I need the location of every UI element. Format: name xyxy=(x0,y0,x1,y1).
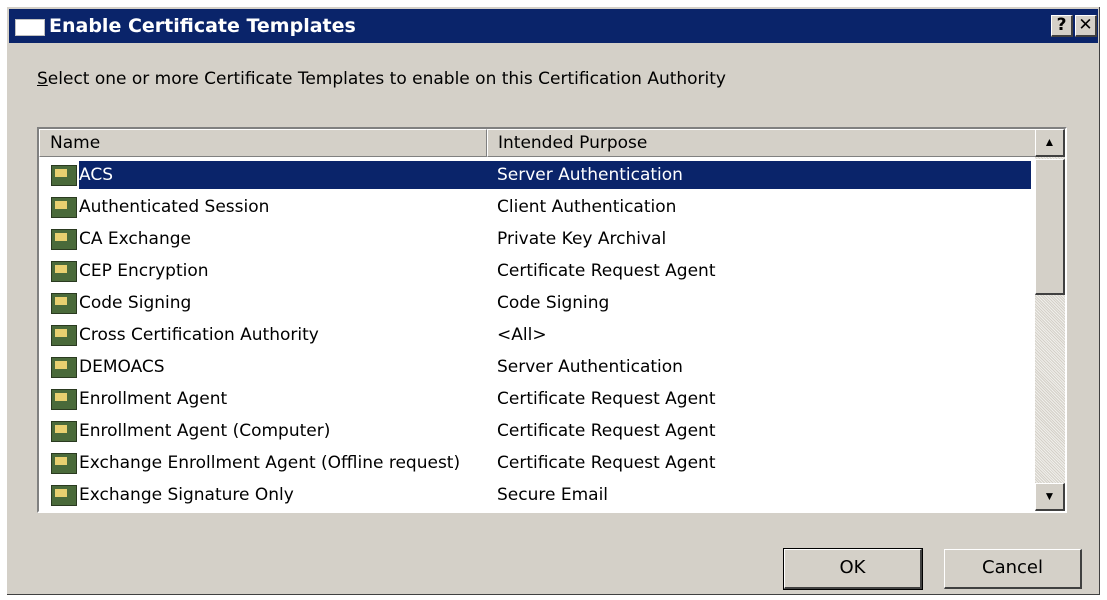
intended-purpose-cell: Server Authentication xyxy=(497,165,683,185)
template-name-cell: DEMOACS xyxy=(79,357,165,377)
table-row[interactable]: DEMOACS Server Authentication xyxy=(39,351,1033,383)
instruction-accelerator: S xyxy=(37,69,48,89)
table-row[interactable]: Cross Certification Authority <All> xyxy=(39,319,1033,351)
table-row[interactable]: CEP Encryption Certificate Request Agent xyxy=(39,255,1033,287)
intended-purpose-cell: Secure Email xyxy=(497,485,609,505)
scroll-up-arrow-icon[interactable]: ▲ xyxy=(1035,129,1065,157)
table-row[interactable]: Enrollment Agent (Computer) Certificate R… xyxy=(39,415,1033,447)
certificate-template-icon xyxy=(51,197,77,218)
table-row[interactable]: CA Exchange Private Key Archival xyxy=(39,223,1033,255)
table-row[interactable]: Exchange Signature Only Secure Email xyxy=(39,479,1033,511)
template-name-cell: Exchange Enrollment Agent (Offline reque… xyxy=(79,453,461,473)
instruction-text: Select one or more Certificate Templates… xyxy=(37,69,726,89)
template-name-cell: Enrollment Agent (Computer) xyxy=(79,421,331,441)
intended-purpose-cell: Code Signing xyxy=(497,293,610,313)
template-name-cell: Cross Certification Authority xyxy=(79,325,319,345)
intended-purpose-cell: Certificate Request Agent xyxy=(497,261,716,281)
close-button[interactable]: ✕ xyxy=(1075,15,1097,37)
title-bar: Enable Certificate Templates ? ✕ xyxy=(9,9,1098,43)
dialog-window: Enable Certificate Templates ? ✕ Select … xyxy=(6,6,1101,596)
certificate-template-icon xyxy=(51,453,77,474)
certificate-template-icon xyxy=(51,357,77,378)
template-name-cell: CEP Encryption xyxy=(79,261,209,281)
window-icon xyxy=(15,19,45,36)
template-name-cell: Authenticated Session xyxy=(79,197,270,217)
intended-purpose-cell: Private Key Archival xyxy=(497,229,667,249)
scroll-down-arrow-icon[interactable]: ▼ xyxy=(1035,483,1065,511)
template-name-cell: Exchange Signature Only xyxy=(79,485,294,505)
intended-purpose-cell: <All> xyxy=(497,325,547,345)
cancel-button[interactable]: Cancel xyxy=(944,549,1082,589)
certificate-template-icon xyxy=(51,389,77,410)
certificate-template-icon xyxy=(51,165,77,186)
certificate-template-icon xyxy=(51,421,77,442)
template-name-cell: Enrollment Agent xyxy=(79,389,228,409)
table-row[interactable]: Enrollment Agent Certificate Request Agen… xyxy=(39,383,1033,415)
column-header-intended-purpose[interactable]: Intended Purpose xyxy=(487,129,1037,157)
intended-purpose-cell: Certificate Request Agent xyxy=(497,453,716,473)
window-title: Enable Certificate Templates xyxy=(49,15,356,37)
table-row[interactable]: Exchange Enrollment Agent (Offline reque… xyxy=(39,447,1033,479)
template-name-cell: Code Signing xyxy=(79,293,192,313)
template-name-cell: ACS xyxy=(79,165,113,185)
intended-purpose-cell: Certificate Request Agent xyxy=(497,389,716,409)
list-rows: ACS Server Authentication Authenticated Se… xyxy=(39,159,1033,511)
certificate-template-icon xyxy=(51,261,77,282)
table-row[interactable]: ACS Server Authentication xyxy=(39,159,1033,191)
certificate-template-icon xyxy=(51,485,77,506)
intended-purpose-cell: Server Authentication xyxy=(497,357,683,377)
intended-purpose-cell: Client Authentication xyxy=(497,197,677,217)
vertical-scrollbar[interactable]: ▲ ▼ xyxy=(1035,129,1065,511)
certificate-template-icon xyxy=(51,293,77,314)
column-header-name[interactable]: Name xyxy=(39,129,487,157)
certificate-templates-list[interactable]: Name Intended Purpose ACS Server Authenti… xyxy=(37,127,1067,513)
scrollbar-thumb[interactable] xyxy=(1035,159,1065,295)
help-button[interactable]: ? xyxy=(1051,15,1073,37)
table-row[interactable]: Code Signing Code Signing xyxy=(39,287,1033,319)
certificate-template-icon xyxy=(51,229,77,250)
intended-purpose-cell: Certificate Request Agent xyxy=(497,421,716,441)
instruction-rest: elect one or more Certificate Templates … xyxy=(47,69,726,89)
template-name-cell: CA Exchange xyxy=(79,229,191,249)
ok-button[interactable]: OK xyxy=(783,548,923,590)
table-row[interactable]: Authenticated Session Client Authenticati… xyxy=(39,191,1033,223)
certificate-template-icon xyxy=(51,325,77,346)
